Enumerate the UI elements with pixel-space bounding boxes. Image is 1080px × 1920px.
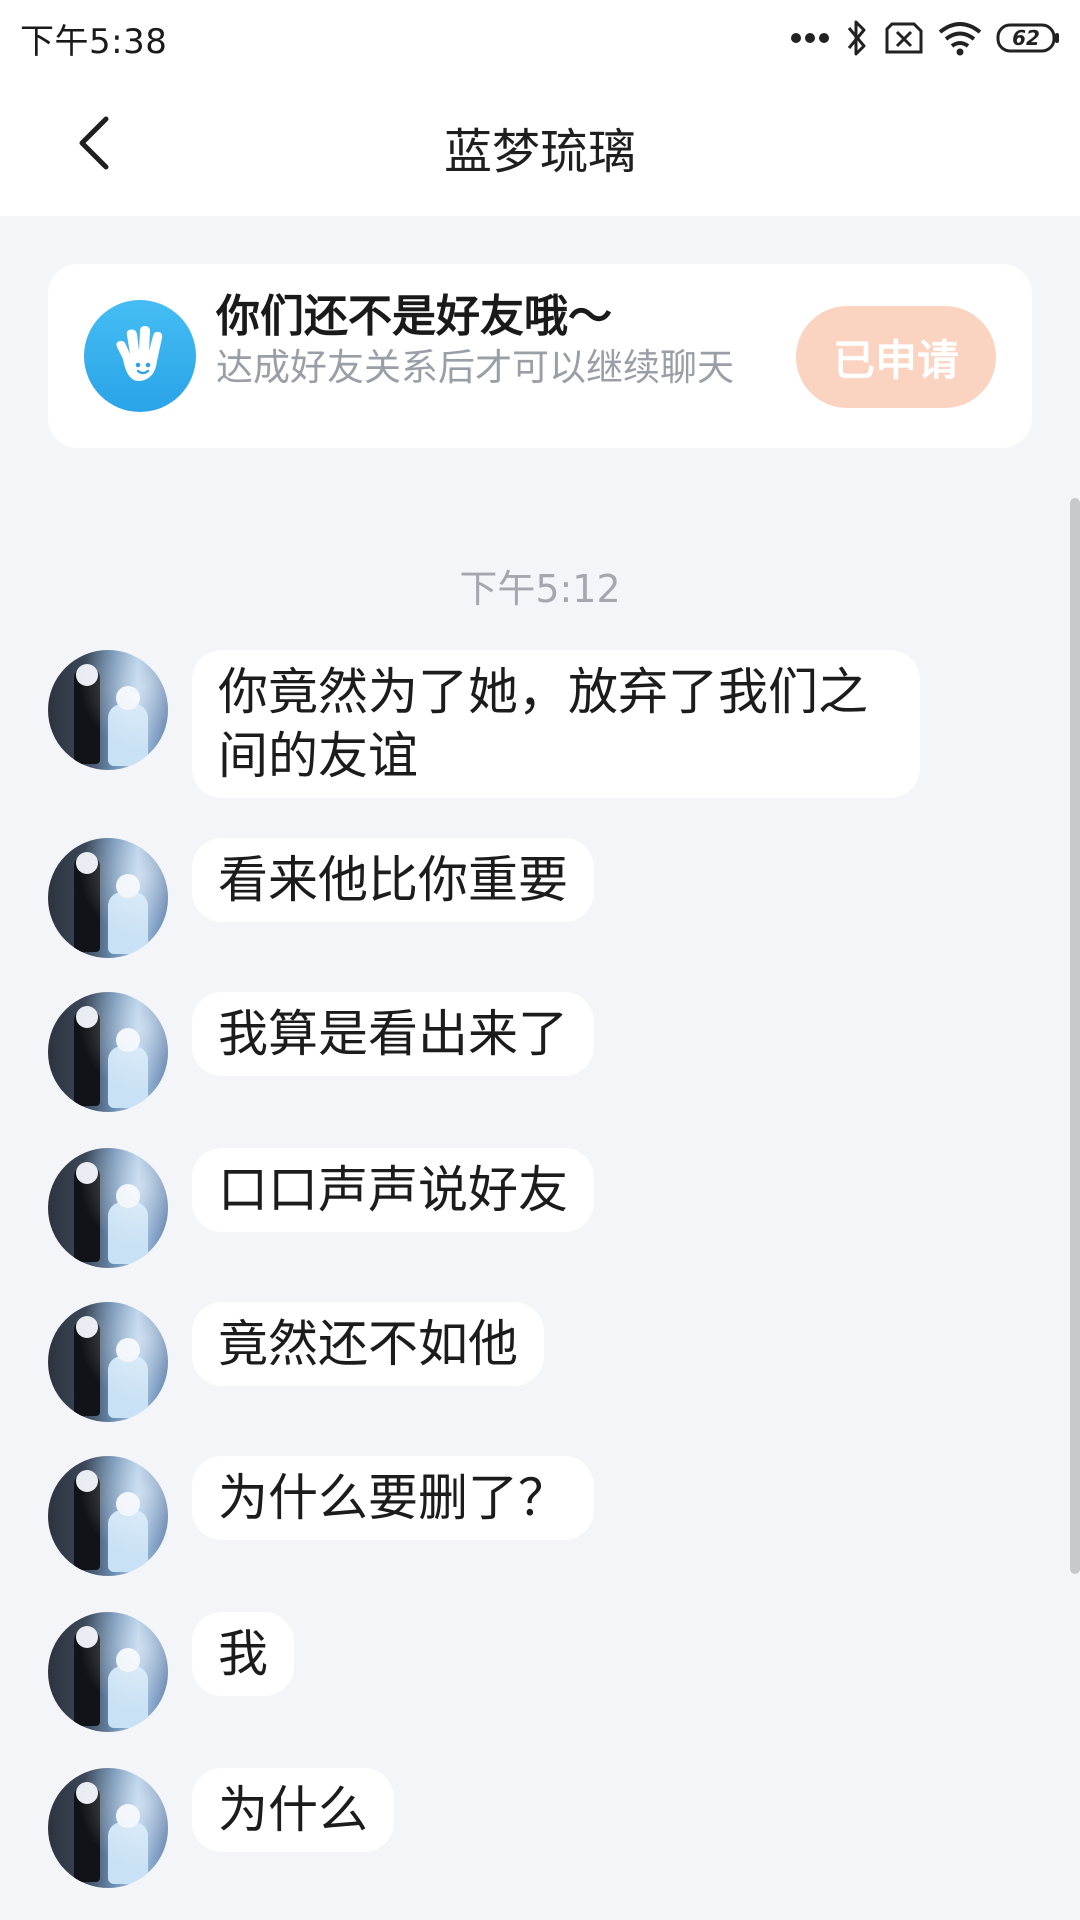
avatar[interactable] bbox=[48, 1612, 168, 1732]
more-dots-icon bbox=[790, 32, 830, 44]
battery-icon: 62 bbox=[996, 23, 1060, 53]
status-time: 下午5:38 bbox=[20, 22, 168, 62]
applied-button[interactable]: 已申请 bbox=[796, 306, 996, 408]
message-bubble[interactable]: 为什么要删了？ bbox=[192, 1456, 594, 1540]
avatar[interactable] bbox=[48, 1456, 168, 1576]
avatar[interactable] bbox=[48, 1768, 168, 1888]
no-sim-icon bbox=[884, 21, 924, 55]
wifi-icon bbox=[938, 20, 982, 56]
chat-header: 蓝梦琉璃 bbox=[0, 74, 1080, 216]
battery-level: 62 bbox=[1012, 26, 1040, 50]
avatar[interactable] bbox=[48, 1148, 168, 1268]
notice-title: 你们还不是好友哦～ bbox=[216, 291, 612, 342]
message-row: 口口声声说好友 bbox=[48, 1148, 594, 1268]
message-bubble[interactable]: 你竟然为了她，放弃了我们之间的友谊 bbox=[192, 650, 920, 798]
avatar[interactable] bbox=[48, 992, 168, 1112]
message-row: 为什么 bbox=[48, 1768, 394, 1888]
message-bubble[interactable]: 竟然还不如他 bbox=[192, 1302, 544, 1386]
friend-notice-card: 你们还不是好友哦～ 达成好友关系后才可以继续聊天 已申请 bbox=[48, 264, 1032, 448]
message-bubble[interactable]: 口口声声说好友 bbox=[192, 1148, 594, 1232]
message-bubble[interactable]: 我 bbox=[192, 1612, 294, 1696]
message-row: 看来他比你重要 bbox=[48, 838, 594, 958]
avatar[interactable] bbox=[48, 650, 168, 770]
message-row: 为什么要删了？ bbox=[48, 1456, 594, 1576]
status-icons: 62 bbox=[790, 16, 1060, 60]
avatar[interactable] bbox=[48, 838, 168, 958]
message-timestamp: 下午5:12 bbox=[459, 567, 621, 611]
message-row: 我 bbox=[48, 1612, 294, 1732]
notice-subtitle: 达成好友关系后才可以继续聊天 bbox=[216, 346, 734, 389]
message-row: 我算是看出来了 bbox=[48, 992, 594, 1112]
message-bubble[interactable]: 看来他比你重要 bbox=[192, 838, 594, 922]
avatar[interactable] bbox=[48, 1302, 168, 1422]
message-bubble[interactable]: 为什么 bbox=[192, 1768, 394, 1852]
message-row: 竟然还不如他 bbox=[48, 1302, 544, 1422]
message-bubble[interactable]: 我算是看出来了 bbox=[192, 992, 594, 1076]
page-title: 蓝梦琉璃 bbox=[443, 124, 636, 180]
status-bar: 下午5:38 62 bbox=[0, 0, 1080, 74]
waving-hand-icon bbox=[84, 300, 196, 412]
bluetooth-icon bbox=[844, 18, 870, 58]
scrollbar[interactable] bbox=[1070, 498, 1080, 1574]
message-row: 你竟然为了她，放弃了我们之间的友谊 bbox=[48, 650, 920, 798]
